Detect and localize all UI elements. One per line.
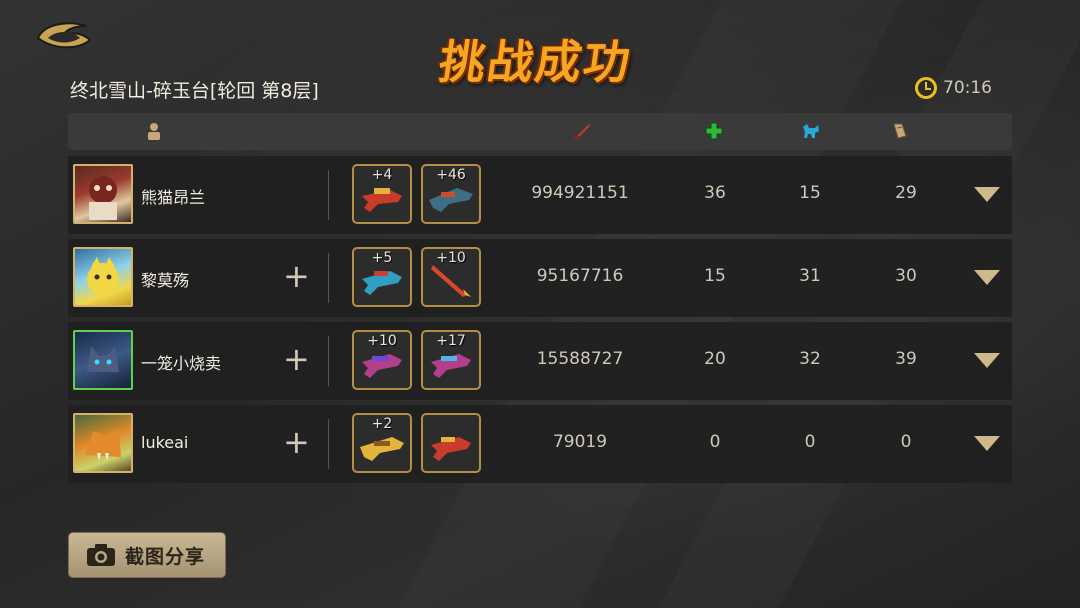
weapon-level: +10 [367,333,397,349]
expand-arrow-icon[interactable] [974,187,1000,202]
player-row: 熊猫昂兰 +4 +46 994921151 36 15 29 [68,156,1012,234]
damage-value: 79019 [552,432,608,452]
clock-icon [915,77,937,99]
weapon-level: +17 [436,333,466,349]
wolf-character-icon [87,346,119,372]
share-label: 截图分享 [125,545,206,568]
player-row: 一笼小烧卖 + +10 +17 15588727 20 32 39 [68,322,1012,400]
scroll-value: 29 [895,183,917,203]
pet-value: 32 [799,349,821,369]
heal-value: 20 [704,349,726,369]
victory-title: 挑战成功 [435,35,636,89]
add-friend-button[interactable]: + [283,425,310,459]
gun-icon [431,437,471,461]
stats-header-bar [68,113,1012,150]
weapon-slot[interactable]: +46 [421,164,481,224]
heal-value: 15 [704,266,726,286]
screenshot-share-button[interactable]: 截图分享 [68,532,226,578]
avatar[interactable] [73,330,133,390]
divider [328,170,329,220]
weapon-slot[interactable]: +10 [421,247,481,307]
weapon-level: +5 [371,250,393,266]
blue-fox-icon [803,124,819,138]
green-cross-icon [705,122,723,140]
damage-value: 15588727 [536,349,624,369]
player-row: lukeai + +2 79019 0 0 0 [68,405,1012,483]
pet-value: 31 [799,266,821,286]
weapon-level: +2 [371,416,393,432]
damage-value: 95167716 [536,266,624,286]
expand-arrow-icon[interactable] [974,436,1000,451]
weapon-level: +46 [436,167,466,183]
player-name: lukeai [141,433,189,452]
player-name: 熊猫昂兰 [141,188,206,207]
expand-arrow-icon[interactable] [974,270,1000,285]
avatar[interactable] [73,164,133,224]
divider [328,253,329,303]
scroll-value: 0 [900,432,912,452]
player-name: 一笼小烧卖 [141,354,222,373]
expand-arrow-icon[interactable] [974,353,1000,368]
weapon-slot[interactable]: +2 [352,413,412,473]
stage-name: 终北雪山-碎玉台[轮回 第8层] [70,80,319,102]
weapon-slot[interactable]: +4 [352,164,412,224]
heal-value: 36 [704,183,726,203]
beast-character-icon [85,429,121,461]
heal-value: 0 [709,432,721,452]
person-icon [148,123,160,140]
camera-icon [85,542,117,568]
back-button[interactable] [34,16,94,54]
add-friend-button[interactable]: + [283,259,310,293]
weapon-slot[interactable]: +5 [352,247,412,307]
weapon-level: +10 [436,250,466,266]
panda-character-icon [89,176,117,220]
weapon-slot[interactable]: +10 [352,330,412,390]
avatar[interactable] [73,247,133,307]
weapon-slot[interactable] [421,413,481,473]
pet-value: 15 [799,183,821,203]
player-name: 黎莫殇 [141,271,190,290]
back-arrow-icon [36,22,92,49]
timer: 70:16 [915,74,992,102]
weapon-level: +4 [371,167,393,183]
player-row: 黎莫殇 + +5 +10 95167716 15 31 30 [68,239,1012,317]
damage-value: 994921151 [531,183,629,203]
scroll-icon [893,123,907,139]
cat-character-icon [87,257,119,295]
pet-value: 0 [804,432,816,452]
timer-value: 70:16 [943,78,992,98]
weapon-slot[interactable]: +17 [421,330,481,390]
divider [328,419,329,469]
add-friend-button[interactable]: + [283,342,310,376]
scroll-value: 30 [895,266,917,286]
red-sword-icon [574,123,590,139]
divider [328,336,329,386]
scroll-value: 39 [895,349,917,369]
avatar[interactable] [73,413,133,473]
